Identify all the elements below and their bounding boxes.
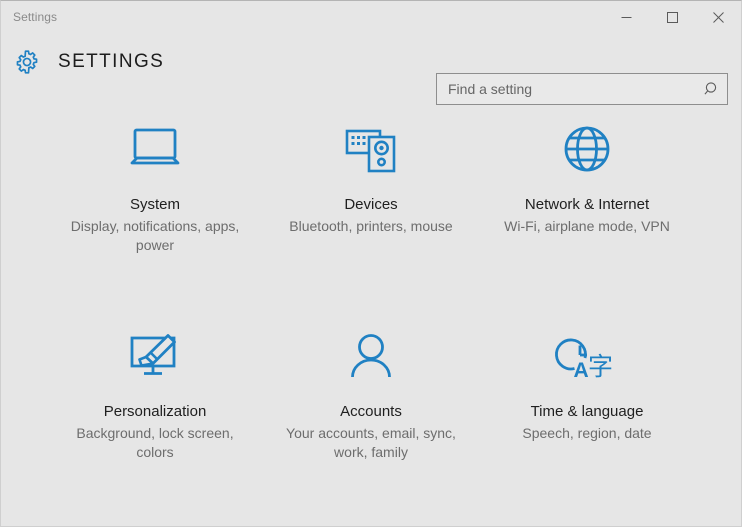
window-caption: Settings [13,10,58,24]
app-header: SETTINGS [1,33,741,105]
tile-description: Wi-Fi, airplane mode, VPN [504,218,670,234]
tile-description: Speech, region, date [522,424,652,441]
tile-title: Accounts [340,402,402,420]
keyboard-speaker-icon [340,119,402,183]
close-button[interactable] [695,1,741,33]
tile-title: Personalization [103,402,207,420]
laptop-icon [124,119,186,183]
minimize-icon [621,12,632,23]
tile-system[interactable]: System Display, notifications, apps, pow… [47,109,263,304]
gear-icon [12,47,42,77]
tile-title: Devices [344,196,398,213]
svg-text:字: 字 [588,352,613,381]
tile-accounts[interactable]: Accounts Your accounts, email, sync, wor… [263,304,479,499]
close-icon [712,11,724,23]
tile-description: Background, lock screen, colors [76,424,234,460]
maximize-icon [666,11,678,23]
tile-title: Network & Internet [524,196,650,213]
tile-title: Time & language [530,402,644,420]
search-icon[interactable] [697,81,727,98]
tile-network-internet[interactable]: Network & Internet Wi-Fi, airplane mode,… [479,109,695,304]
search-box[interactable] [436,73,728,105]
tile-description: Bluetooth, printers, mouse [289,218,453,234]
clock-language-icon: A 字 [554,326,620,390]
person-icon [340,326,402,390]
globe-icon [556,119,618,183]
monitor-paintbrush-icon [124,326,186,390]
tile-devices[interactable]: Devices Bluetooth, printers, mouse [263,109,479,304]
tile-description: Display, notifications, apps, power [70,218,240,253]
page-title: SETTINGS [58,51,165,72]
tile-personalization[interactable]: Personalization Background, lock screen,… [47,304,263,499]
tile-description: Your accounts, email, sync, work, family [286,424,456,460]
maximize-button[interactable] [649,1,695,33]
window-controls [603,1,741,33]
tile-title: System [129,196,180,213]
title-bar[interactable]: Settings [1,1,741,33]
minimize-button[interactable] [603,1,649,33]
search-input[interactable] [437,74,697,104]
tile-time-language[interactable]: A 字 Time & language Speech, region, date [479,304,695,499]
settings-window: Settings SETTINGS Find a setting System … [0,0,742,527]
svg-text:A: A [574,359,589,382]
settings-tile-grid: System Display, notifications, apps, pow… [1,91,741,526]
